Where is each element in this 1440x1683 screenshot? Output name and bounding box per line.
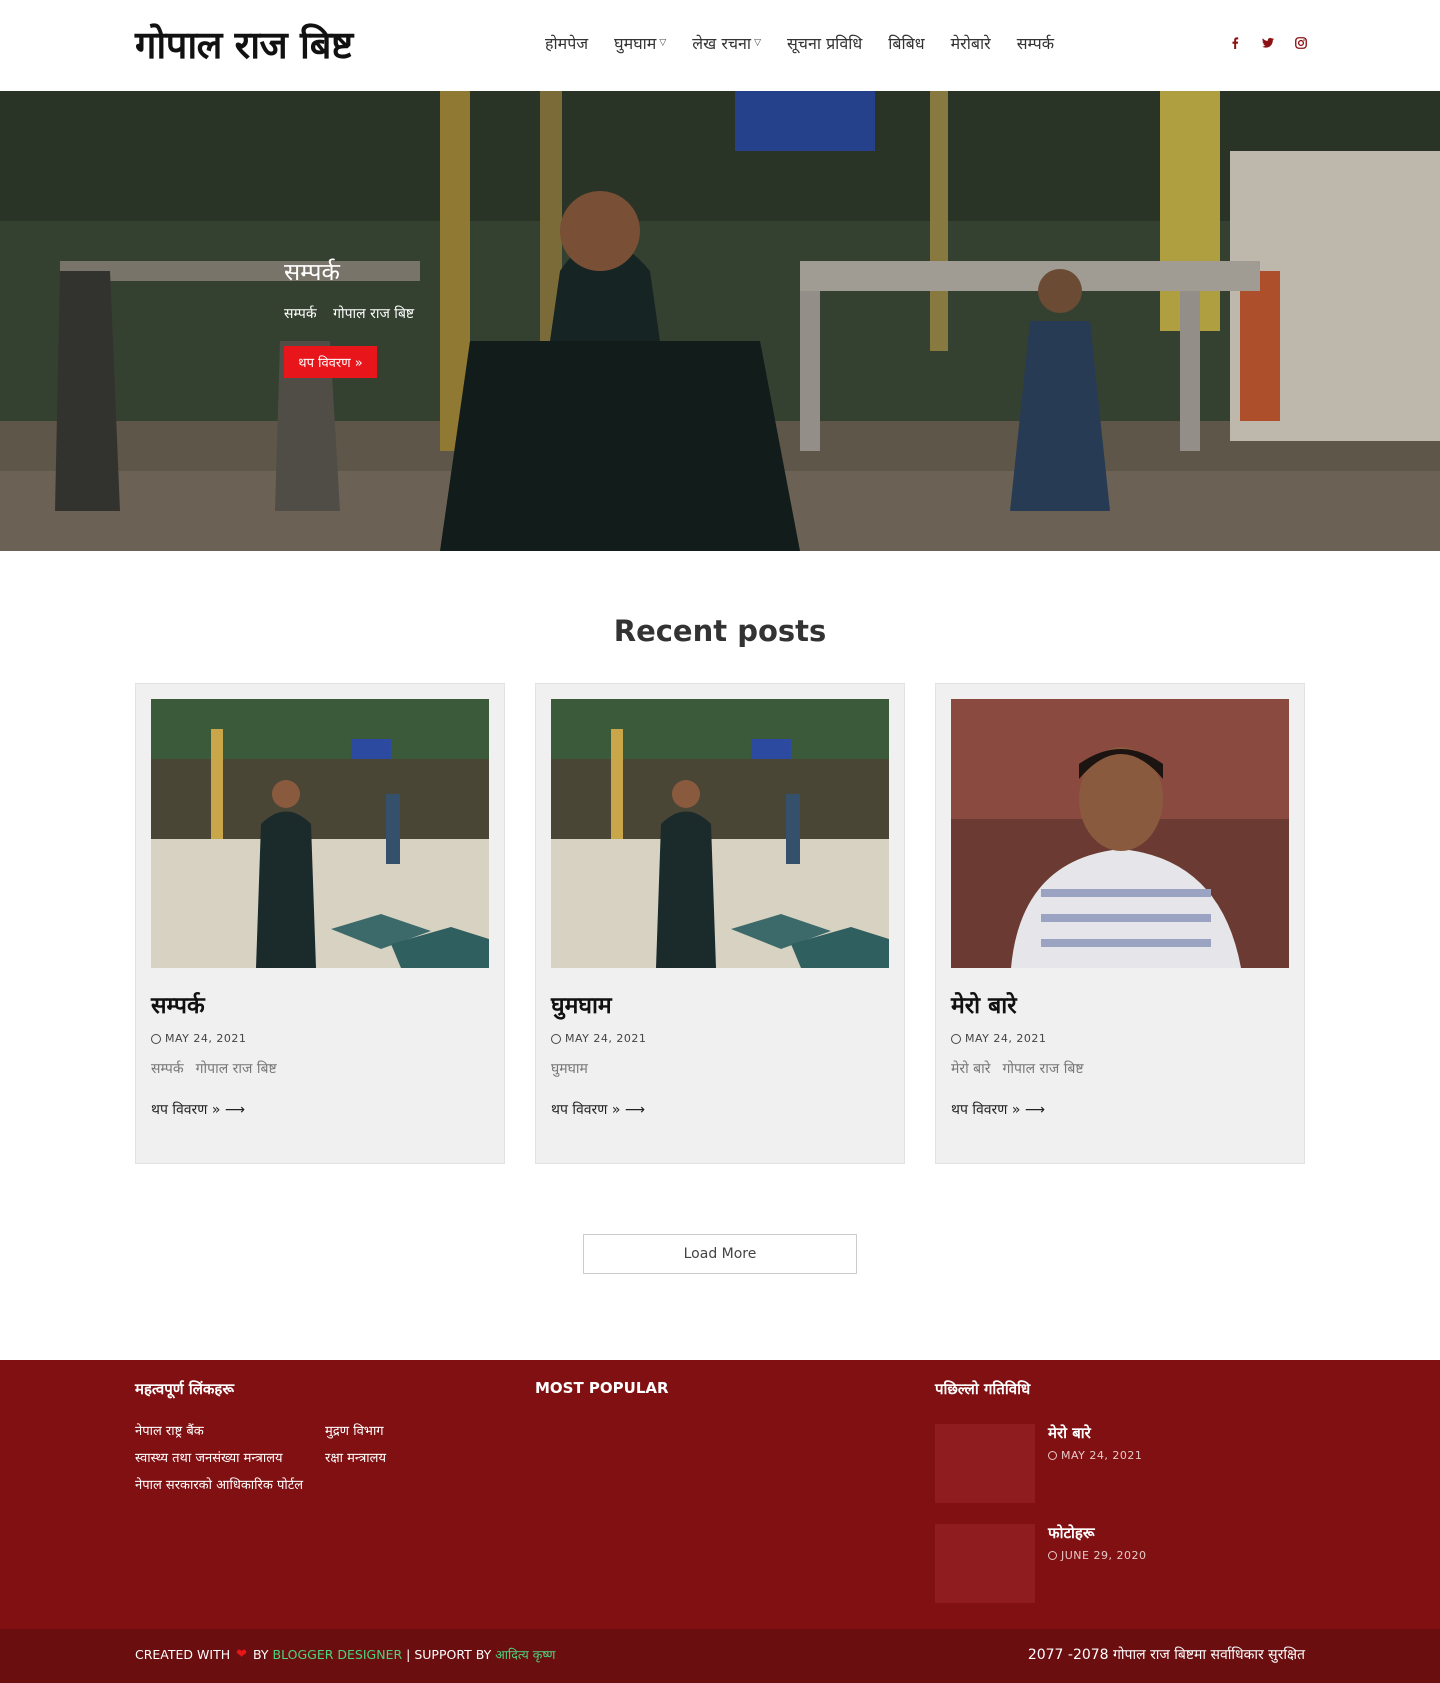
heart-icon: ❤ bbox=[236, 1647, 248, 1662]
recent-date: MAY 24, 2021 bbox=[1048, 1449, 1142, 1462]
main-nav: होमपेज घुमघाम ▽ लेख रचना ▽ सूचना प्रविधि ब… bbox=[545, 32, 1080, 54]
instagram-icon[interactable] bbox=[1294, 36, 1308, 50]
hero-overlay bbox=[0, 91, 1440, 551]
nav-item-travel[interactable]: घुमघाम ▽ bbox=[614, 32, 666, 54]
nav-item-home[interactable]: होमपेज bbox=[545, 32, 588, 54]
excerpt-part: गोपाल राज बिष्ट bbox=[1002, 1061, 1084, 1077]
read-more-link[interactable]: थप विवरण » ⟶ bbox=[551, 1100, 645, 1119]
post-excerpt: सम्पर्क गोपाल राज बिष्ट bbox=[151, 1059, 289, 1078]
post-thumbnail[interactable] bbox=[151, 699, 489, 968]
chevron-down-icon: ▽ bbox=[659, 38, 667, 48]
post-thumbnail[interactable] bbox=[951, 699, 1289, 968]
clock-icon bbox=[551, 1033, 561, 1044]
nav-label: बिबिध bbox=[888, 34, 925, 53]
recent-posts-heading: Recent posts bbox=[613, 614, 827, 648]
hero-title[interactable]: सम्पर्क bbox=[284, 255, 340, 288]
post-card[interactable]: मेरो बारे MAY 24, 2021 मेरो बारे गोपाल रा… bbox=[935, 683, 1305, 1164]
facebook-icon[interactable] bbox=[1228, 36, 1242, 50]
post-date: MAY 24, 2021 bbox=[551, 1032, 646, 1045]
read-more-link[interactable]: थप विवरण » ⟶ bbox=[951, 1100, 1045, 1119]
load-more-button[interactable]: Load More bbox=[583, 1234, 857, 1274]
post-excerpt: घुमघाम bbox=[551, 1059, 612, 1078]
footer-link[interactable]: मुद्रण विभाग bbox=[325, 1422, 384, 1441]
read-more-button[interactable]: थप विवरण » bbox=[284, 346, 377, 378]
nav-label: सूचना प्रविधि bbox=[786, 34, 863, 53]
footer-link[interactable]: रक्षा मन्त्रालय bbox=[325, 1449, 386, 1468]
nav-label: घुमघाम bbox=[614, 34, 657, 53]
nav-label: मेरोबारे bbox=[950, 34, 991, 53]
credit-by: BY bbox=[253, 1647, 269, 1662]
recent-date: JUNE 29, 2020 bbox=[1048, 1549, 1146, 1562]
post-title[interactable]: मेरो बारे bbox=[951, 988, 1017, 1020]
recent-title[interactable]: मेरो बारे bbox=[1048, 1423, 1091, 1443]
post-card[interactable]: सम्पर्क MAY 24, 2021 सम्पर्क गोपाल राज बि… bbox=[135, 683, 505, 1164]
post-date-text: MAY 24, 2021 bbox=[165, 1032, 247, 1045]
most-popular-heading: MOST POPULAR bbox=[535, 1379, 669, 1397]
clock-icon bbox=[1048, 1451, 1057, 1460]
twitter-icon[interactable] bbox=[1261, 36, 1275, 50]
post-card[interactable]: घुमघाम MAY 24, 2021 घुमघाम थप विवरण » ⟶ bbox=[535, 683, 905, 1164]
nav-label: सम्पर्क bbox=[1016, 34, 1054, 53]
read-more-link[interactable]: थप विवरण » ⟶ bbox=[151, 1100, 245, 1119]
nav-label: लेख रचना bbox=[692, 34, 752, 53]
credit-created: CREATED WITH bbox=[135, 1647, 231, 1662]
post-date-text: MAY 24, 2021 bbox=[565, 1032, 647, 1045]
recent-thumbnail[interactable] bbox=[935, 1424, 1035, 1503]
site-logo[interactable]: गोपाल राज बिष्ट bbox=[135, 18, 353, 70]
site-header: गोपाल राज बिष्ट होमपेज घुमघाम ▽ लेख रचना ▽… bbox=[0, 0, 1440, 91]
designer-link[interactable]: BLOGGER DESIGNER bbox=[273, 1647, 403, 1662]
post-thumbnail[interactable] bbox=[551, 699, 889, 968]
footer-link[interactable]: नेपाल सरकारको आधिकारिक पोर्टल bbox=[135, 1476, 305, 1495]
footer-links-heading: महत्वपूर्ण लिंकहरू bbox=[135, 1380, 235, 1398]
recent-title[interactable]: फोटोहरू bbox=[1048, 1523, 1095, 1543]
credit-support: | SUPPORT BY bbox=[406, 1647, 492, 1662]
supporter-link[interactable]: आदित्य कृष्ण bbox=[495, 1646, 555, 1663]
footer-link[interactable]: स्वास्थ्य तथा जनसंख्या मन्त्रालय bbox=[135, 1449, 283, 1468]
hero-slider[interactable]: सम्पर्क सम्पर्क गोपाल राज बिष्ट थप विवरण… bbox=[0, 91, 1440, 551]
chevron-down-icon: ▽ bbox=[754, 38, 761, 48]
post-title[interactable]: सम्पर्क bbox=[151, 988, 205, 1020]
footer-link[interactable]: नेपाल राष्ट्र बैंक bbox=[135, 1422, 204, 1441]
nav-label: होमपेज bbox=[545, 34, 589, 53]
footer-credit: CREATED WITH ❤ BY BLOGGER DESIGNER | SUP… bbox=[135, 1646, 555, 1663]
post-excerpt: मेरो बारे गोपाल राज बिष्ट bbox=[951, 1059, 1096, 1078]
recent-date-text: MAY 24, 2021 bbox=[1061, 1449, 1143, 1462]
copyright-text: 2077 -2078 गोपाल राज बिष्टमा सर्वाधिकार … bbox=[1027, 1647, 1305, 1663]
hero-author[interactable]: गोपाल राज बिष्ट bbox=[333, 306, 414, 322]
excerpt-part: घुमघाम bbox=[551, 1061, 588, 1077]
excerpt-part: गोपाल राज बिष्ट bbox=[195, 1061, 277, 1077]
recent-date-text: JUNE 29, 2020 bbox=[1061, 1549, 1147, 1562]
recent-activity-heading: पछिल्लो गतिविधि bbox=[935, 1380, 1031, 1398]
clock-icon bbox=[951, 1033, 961, 1044]
clock-icon bbox=[151, 1033, 161, 1044]
nav-item-contact[interactable]: सम्पर्क bbox=[1017, 32, 1054, 54]
post-title[interactable]: घुमघाम bbox=[551, 988, 612, 1020]
nav-item-articles[interactable]: लेख रचना ▽ bbox=[692, 32, 761, 54]
post-date: MAY 24, 2021 bbox=[151, 1032, 246, 1045]
post-date-text: MAY 24, 2021 bbox=[965, 1032, 1047, 1045]
hero-category[interactable]: सम्पर्क bbox=[284, 306, 317, 322]
post-date: MAY 24, 2021 bbox=[951, 1032, 1046, 1045]
social-links bbox=[1228, 36, 1308, 50]
clock-icon bbox=[1048, 1551, 1057, 1560]
excerpt-part: सम्पर्क bbox=[151, 1061, 184, 1077]
nav-item-about[interactable]: मेरोबारे bbox=[951, 32, 991, 54]
nav-item-tech[interactable]: सूचना प्रविधि bbox=[787, 32, 862, 54]
hero-meta: सम्पर्क गोपाल राज बिष्ट bbox=[284, 304, 426, 323]
nav-item-misc[interactable]: बिबिध bbox=[888, 32, 924, 54]
excerpt-part: मेरो बारे bbox=[951, 1061, 991, 1077]
recent-thumbnail[interactable] bbox=[935, 1524, 1035, 1603]
